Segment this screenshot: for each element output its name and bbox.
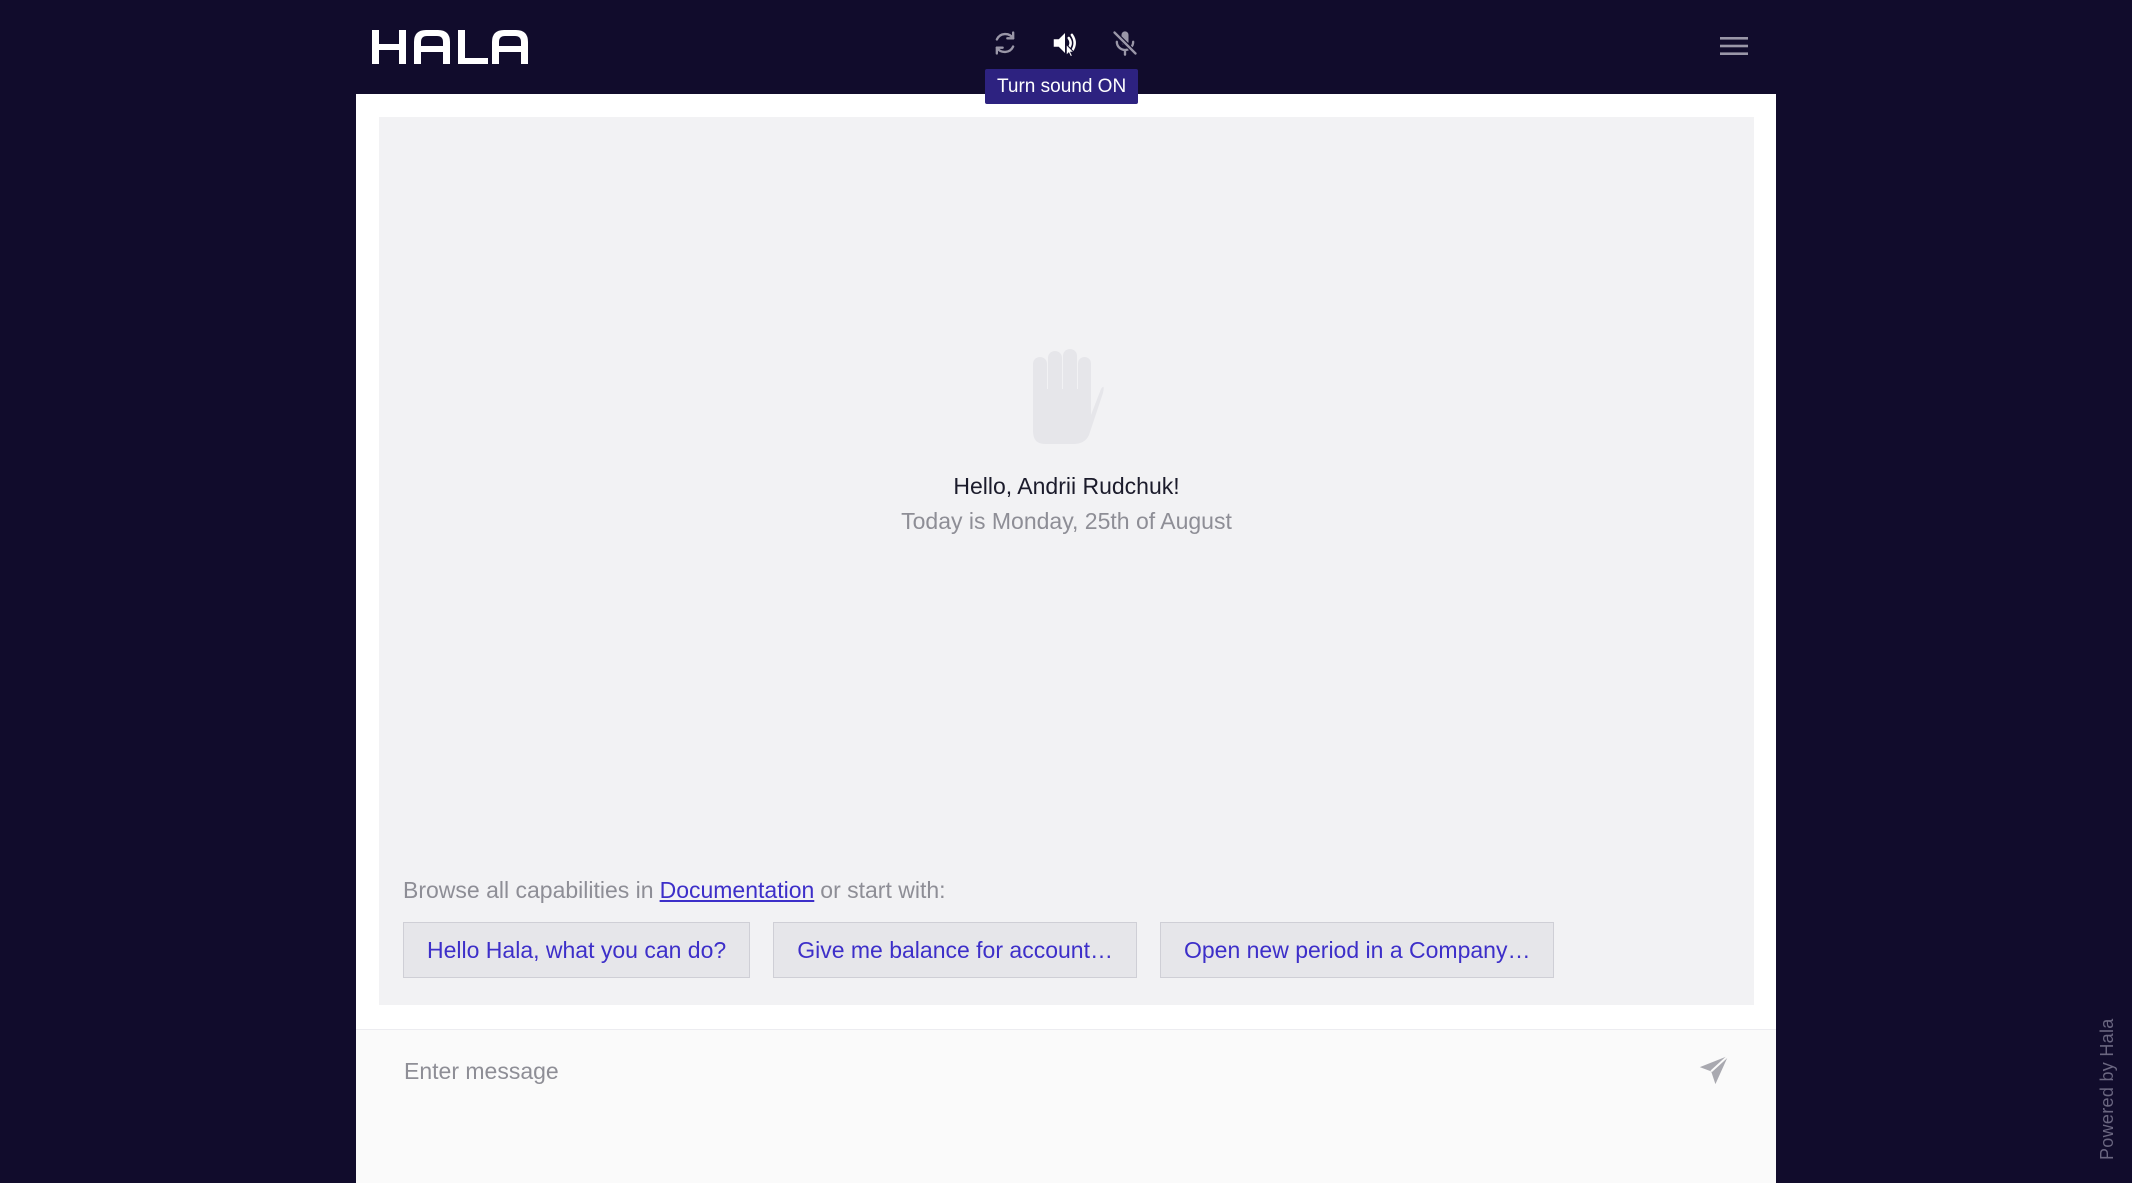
mic-off-icon bbox=[1112, 30, 1138, 56]
suggestion-button[interactable]: Give me balance for account… bbox=[773, 922, 1137, 978]
hamburger-menu-icon bbox=[1720, 37, 1748, 55]
send-button[interactable] bbox=[1694, 1050, 1734, 1090]
powered-by-label: Powered by Hala bbox=[2097, 1018, 2117, 1160]
chat-panel: Hello, Andrii Rudchuk! Today is Monday, … bbox=[356, 94, 1776, 1183]
hala-logo bbox=[372, 30, 528, 64]
date-text: Today is Monday, 25th of August bbox=[901, 508, 1232, 534]
greeting-text: Hello, Andrii Rudchuk! bbox=[953, 473, 1180, 499]
message-area: Hello, Andrii Rudchuk! Today is Monday, … bbox=[379, 117, 1754, 1005]
message-input[interactable] bbox=[402, 1050, 1636, 1092]
suggestion-button[interactable]: Open new period in a Company… bbox=[1159, 922, 1555, 978]
documentation-link[interactable]: Documentation bbox=[660, 877, 815, 903]
refresh-icon bbox=[995, 31, 1015, 55]
waving-hand-icon bbox=[1033, 349, 1104, 444]
sound-tooltip: Turn sound ON bbox=[985, 69, 1139, 104]
capabilities-hint: Browse all capabilities in Documentation o… bbox=[403, 877, 946, 904]
capabilities-suffix: or start with: bbox=[820, 877, 946, 903]
composer bbox=[356, 1029, 1776, 1183]
capabilities-prefix: Browse all capabilities in bbox=[403, 877, 654, 903]
sound-off-icon bbox=[1053, 33, 1076, 58]
microphone-toggle-button[interactable] bbox=[1108, 26, 1142, 60]
send-icon bbox=[1699, 1055, 1729, 1085]
sound-toggle-button[interactable] bbox=[1048, 26, 1082, 60]
refresh-button[interactable] bbox=[988, 26, 1022, 60]
suggestion-list: Hello Hala, what you can do? Give me bal… bbox=[403, 922, 1555, 978]
suggestion-button[interactable]: Hello Hala, what you can do? bbox=[403, 922, 751, 978]
menu-button[interactable] bbox=[1716, 28, 1752, 64]
